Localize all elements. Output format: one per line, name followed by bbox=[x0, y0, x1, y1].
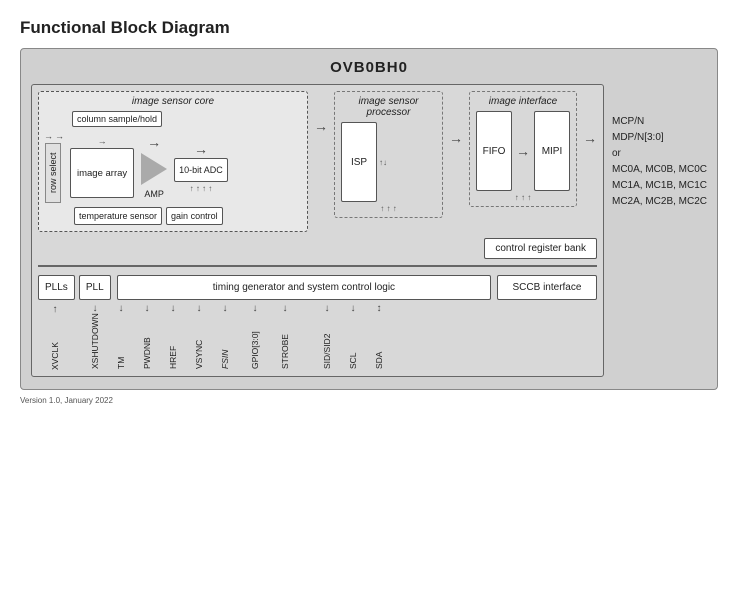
pin-strobe: STROBE bbox=[280, 317, 290, 369]
control-register-row: control register bank bbox=[38, 238, 597, 259]
adc-to-isp-arrow: → bbox=[314, 91, 328, 133]
arrow-to-amp: → bbox=[147, 135, 161, 149]
pin-col-pwdnb: ↓ PWDNB bbox=[134, 304, 160, 369]
pin-col-href: ↓ HREF bbox=[160, 304, 186, 369]
sensor-core-content: → → row select → bbox=[44, 131, 302, 203]
pin-tm: TM bbox=[116, 317, 126, 369]
pin-sda: SDA bbox=[374, 317, 384, 369]
pin-xshutdown: XSHUTDOWN bbox=[90, 317, 100, 369]
sensor-bottom-row: temperature sensor gain control bbox=[74, 207, 302, 225]
pin-fsin: FSIN bbox=[220, 317, 230, 369]
pin-col-gpio: ↓ GPIO[3:0] bbox=[238, 304, 272, 369]
pin-col-strobe: ↓ STROBE bbox=[272, 304, 298, 369]
pin-col-xvclk: ↑ XVCLK bbox=[42, 304, 68, 370]
isp-label: image sensor processor bbox=[341, 96, 436, 118]
pin-labels-container: ↑ XVCLK ↓ XSHUTDOWN ↓ TM ↓ PWDNB bbox=[38, 304, 597, 370]
pin-col-vsync: ↓ VSYNC bbox=[186, 304, 212, 369]
isp-box: ISP bbox=[341, 122, 377, 202]
pin-col-sda: ↕ SDA bbox=[366, 304, 392, 369]
col-sample-box: column sample/hold bbox=[72, 111, 162, 127]
right-labels: MCP/N MDP/N[3:0] or MC0A, MC0B, MC0C MC1… bbox=[608, 84, 707, 210]
pin-xvclk: XVCLK bbox=[50, 318, 60, 370]
pin-scl: SCL bbox=[348, 317, 358, 369]
page-title: Functional Block Diagram bbox=[20, 18, 718, 38]
adc-box: 10-bit ADC bbox=[174, 158, 228, 182]
sccb-box: SCCB interface bbox=[497, 275, 597, 300]
pin-pwdnb: PWDNB bbox=[142, 317, 152, 369]
pin-gpio: GPIO[3:0] bbox=[250, 317, 260, 369]
version-label: Version 1.0, January 2022 bbox=[20, 396, 718, 405]
pin-col-xshutdown: ↓ XSHUTDOWN bbox=[82, 304, 108, 369]
image-iface-label: image interface bbox=[476, 96, 570, 107]
plls-box: PLLs bbox=[38, 275, 75, 300]
gain-control-box: gain control bbox=[166, 207, 223, 225]
arrow-to-adc: → bbox=[194, 142, 208, 156]
mipi-out-arrow: → bbox=[583, 91, 597, 145]
pin-col-tm: ↓ TM bbox=[108, 304, 134, 369]
pin-href: HREF bbox=[168, 317, 178, 369]
bottom-section: PLLs PLL timing generator and system con… bbox=[38, 275, 597, 300]
fifo-to-mipi-arrow: → bbox=[516, 144, 530, 158]
pll-group: PLLs PLL bbox=[38, 275, 111, 300]
pin-col-sid: ↓ SID/SID2 bbox=[314, 304, 340, 369]
row-select-label: row select bbox=[45, 143, 61, 203]
pin-col-scl: ↓ SCL bbox=[340, 304, 366, 369]
pin-vsync: VSYNC bbox=[194, 317, 204, 369]
inner-top-row: image sensor core column sample/hold → → bbox=[38, 91, 597, 232]
pll-box: PLL bbox=[79, 275, 111, 300]
chip-name: OVB0BH0 bbox=[31, 59, 707, 76]
sensor-core-label: image sensor core bbox=[44, 96, 302, 107]
isp-to-fifo-arrow: → bbox=[449, 91, 463, 145]
amp-label: AMP bbox=[144, 189, 164, 199]
mipi-box: MIPI bbox=[534, 111, 570, 191]
sensor-core-block: image sensor core column sample/hold → → bbox=[38, 91, 308, 232]
image-array-box: image array bbox=[70, 148, 134, 198]
fifo-box: FIFO bbox=[476, 111, 512, 191]
timing-box: timing generator and system control logi… bbox=[117, 275, 491, 300]
image-interface-section: image interface FIFO → MIPI ↑ ↑ ↑ bbox=[469, 91, 577, 207]
control-register-box: control register bank bbox=[484, 238, 597, 259]
horizontal-divider bbox=[38, 265, 597, 267]
pin-col-fsin: ↓ FSIN bbox=[212, 304, 238, 369]
pin-sid: SID/SID2 bbox=[322, 317, 332, 369]
isp-section: image sensor processor ISP ↑↓ ↑ ↑ ↑ bbox=[334, 91, 443, 218]
main-row: image sensor core column sample/hold → → bbox=[31, 84, 707, 377]
diagram-container: OVB0BH0 image sensor core column sample/… bbox=[20, 48, 718, 390]
temperature-sensor-box: temperature sensor bbox=[74, 207, 162, 225]
inner-block: image sensor core column sample/hold → → bbox=[31, 84, 604, 377]
